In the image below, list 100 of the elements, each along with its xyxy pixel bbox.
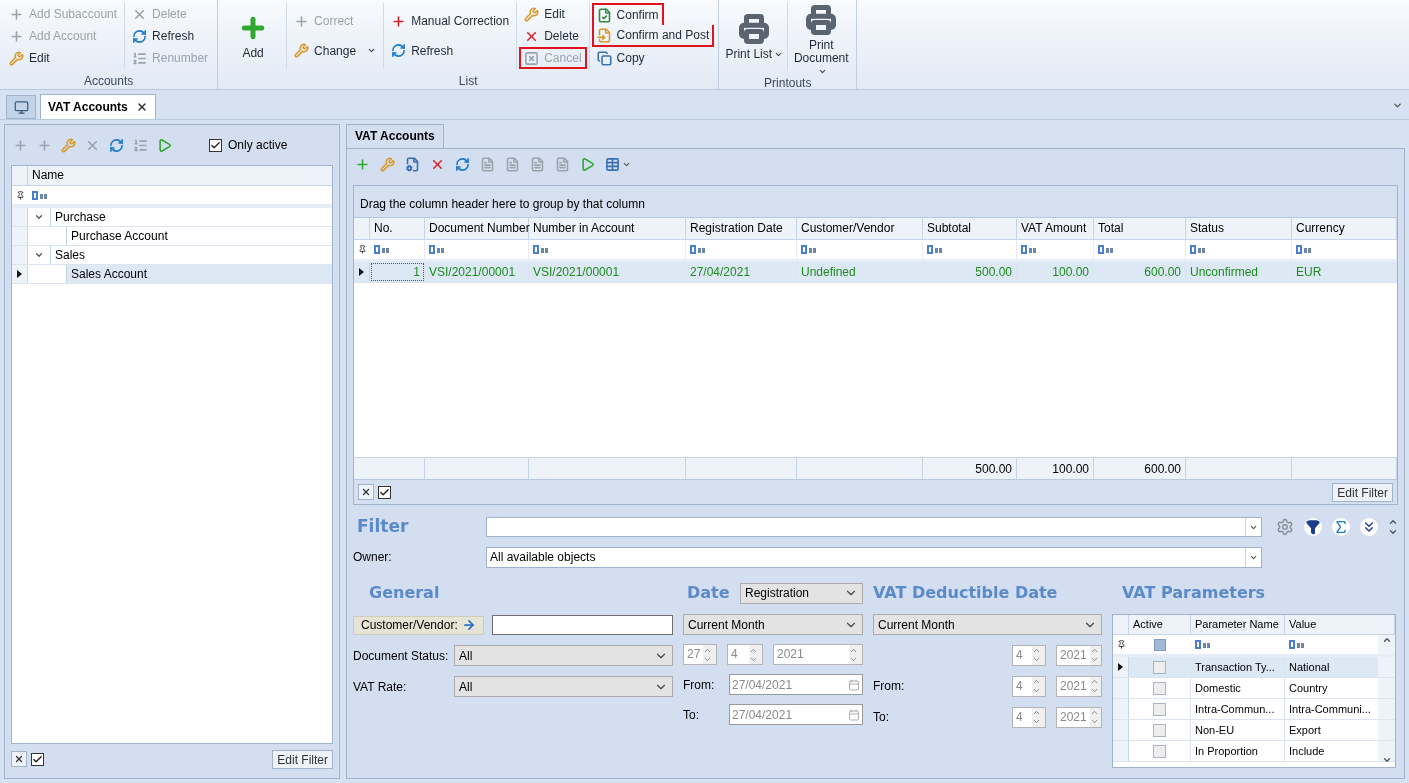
tree-row[interactable]: Purchase Account bbox=[12, 227, 332, 246]
refresh-icon bbox=[132, 28, 148, 44]
column-header[interactable]: No. bbox=[370, 218, 425, 239]
dropdown[interactable]: All bbox=[454, 676, 673, 697]
spin-arrows-icon bbox=[1089, 707, 1101, 727]
table-cell-text: Include bbox=[1288, 744, 1326, 759]
table-row[interactable]: Intra-Commun... Intra-Communi... bbox=[1113, 699, 1395, 720]
ribbon-button[interactable]: Add bbox=[222, 10, 285, 62]
table-cell-text: Intra-Communi... bbox=[1288, 702, 1372, 717]
field-label: Document Status: bbox=[353, 647, 449, 665]
document-icon bbox=[480, 156, 495, 172]
text-filter-icon bbox=[533, 245, 550, 254]
checkbox[interactable] bbox=[1153, 744, 1166, 758]
section-heading: Date bbox=[686, 582, 730, 604]
spin-arrows-icon bbox=[1032, 645, 1045, 665]
document-icon bbox=[505, 156, 520, 172]
field-label: From: bbox=[873, 678, 905, 695]
ribbon-button[interactable]: Edit bbox=[519, 3, 570, 25]
checkbox[interactable] bbox=[1153, 660, 1166, 674]
column-header[interactable]: Active bbox=[1129, 615, 1191, 634]
column-header[interactable]: Parameter Name bbox=[1191, 615, 1285, 634]
printer-icon bbox=[806, 5, 837, 35]
column-header[interactable]: Registration Date bbox=[686, 218, 797, 239]
table-cell: Transaction Ty... bbox=[1191, 657, 1285, 677]
close-icon[interactable] bbox=[135, 101, 148, 113]
text-filter-icon bbox=[801, 245, 818, 254]
ribbon-button[interactable]: Copy bbox=[591, 47, 650, 69]
column-header[interactable]: Customer/Vendor bbox=[797, 218, 923, 239]
total-value: 500.00 bbox=[975, 460, 1012, 478]
table-row[interactable]: 1 VSI/2021/00001 VSI/2021/00001 27/04/2021 Undefined 500.00 100.00 600.00 Unconfirmed EUR bbox=[354, 262, 1397, 283]
wrench-icon bbox=[294, 43, 310, 59]
table-cell-text: Export bbox=[1288, 723, 1322, 738]
plus-icon bbox=[294, 13, 310, 29]
ribbon-button[interactable]: Manual Correction bbox=[386, 10, 515, 33]
text-filter-icon bbox=[1289, 640, 1306, 649]
text-filter-icon bbox=[1190, 245, 1207, 254]
desktop-button[interactable] bbox=[6, 95, 36, 119]
column-header[interactable]: Name bbox=[28, 166, 68, 185]
table-row[interactable]: In Proportion Include bbox=[1113, 741, 1395, 762]
scroll-up-icon[interactable] bbox=[1381, 635, 1392, 645]
only-active-checkbox[interactable]: Only active bbox=[209, 136, 288, 154]
ribbon-button[interactable]: Edit bbox=[4, 47, 55, 69]
collapse-icon[interactable] bbox=[34, 212, 44, 222]
ribbon-button[interactable]: Confirm bbox=[591, 3, 664, 25]
wrench-icon bbox=[61, 137, 76, 153]
dropdown[interactable]: All bbox=[454, 645, 673, 666]
panel-tab[interactable]: VAT Accounts bbox=[346, 124, 444, 148]
section-heading: VAT Deductible Date bbox=[873, 582, 1059, 604]
spin-arrows-icon bbox=[1032, 707, 1045, 727]
text-filter-icon bbox=[32, 190, 49, 200]
column-header[interactable]: Total bbox=[1094, 218, 1186, 239]
ribbon-button[interactable]: Refresh bbox=[386, 39, 459, 62]
collapse-icon[interactable] bbox=[34, 250, 44, 260]
checkbox[interactable] bbox=[378, 485, 391, 499]
ribbon-button[interactable]: Print List bbox=[723, 11, 786, 63]
checkbox[interactable] bbox=[1153, 723, 1166, 737]
column-header[interactable]: Document Number bbox=[425, 218, 529, 239]
table-cell: VSI/2021/00001 bbox=[529, 262, 686, 282]
column-header[interactable]: Status bbox=[1186, 218, 1292, 239]
edit-filter-button[interactable]: Edit Filter bbox=[1332, 482, 1393, 502]
input-field[interactable] bbox=[491, 615, 673, 635]
caret-icon[interactable] bbox=[1392, 100, 1403, 111]
monitor-icon bbox=[13, 99, 29, 115]
text-filter-icon bbox=[927, 245, 944, 254]
copy-icon bbox=[596, 50, 612, 66]
spin-arrows-icon bbox=[849, 645, 862, 664]
document-tab[interactable]: VAT Accounts bbox=[40, 94, 156, 119]
ribbon-button[interactable]: Refresh bbox=[127, 25, 200, 47]
table-row[interactable]: Transaction Ty... National bbox=[1113, 657, 1395, 678]
filter-checkbox[interactable] bbox=[1154, 638, 1166, 651]
checkbox[interactable] bbox=[31, 752, 44, 766]
owner-combo[interactable]: All available objects bbox=[486, 546, 1262, 568]
checkbox[interactable] bbox=[209, 138, 222, 152]
checkbox[interactable] bbox=[1153, 702, 1166, 716]
text-filter-icon bbox=[1021, 245, 1038, 254]
refresh-icon bbox=[109, 137, 124, 153]
pin-icon bbox=[1116, 640, 1126, 649]
column-header[interactable]: Subtotal bbox=[923, 218, 1017, 239]
ribbon-button[interactable]: Confirm and Post bbox=[591, 25, 715, 47]
table-row[interactable]: Non-EU Export bbox=[1113, 720, 1395, 741]
edit-filter-button[interactable]: Edit Filter bbox=[272, 749, 333, 769]
column-header[interactable]: Value bbox=[1285, 615, 1395, 634]
clear-filter-button[interactable] bbox=[358, 484, 374, 500]
column-header[interactable]: Number in Account bbox=[529, 218, 686, 239]
sigma-icon[interactable] bbox=[1332, 518, 1350, 536]
column-header[interactable]: VAT Amount bbox=[1017, 218, 1094, 239]
ribbon-button[interactable]: Delete bbox=[519, 25, 584, 47]
row-indicator-icon bbox=[17, 270, 22, 278]
customer-vendor-button[interactable]: Customer/Vendor: bbox=[353, 615, 484, 635]
clear-filter-button[interactable] bbox=[11, 751, 27, 767]
checkbox[interactable] bbox=[1153, 681, 1166, 695]
text-filter-icon bbox=[374, 245, 391, 254]
table-row[interactable]: Domestic Country bbox=[1113, 678, 1395, 699]
column-header[interactable]: Currency bbox=[1292, 218, 1397, 239]
chevrons-down-icon[interactable] bbox=[1360, 518, 1378, 536]
ribbon-button[interactable]: Change bbox=[289, 39, 382, 62]
section-heading: General bbox=[368, 582, 441, 604]
tree-row[interactable]: Purchase bbox=[12, 208, 332, 227]
scroll-down-icon[interactable] bbox=[1382, 755, 1392, 765]
filter-icon[interactable] bbox=[1304, 518, 1322, 536]
